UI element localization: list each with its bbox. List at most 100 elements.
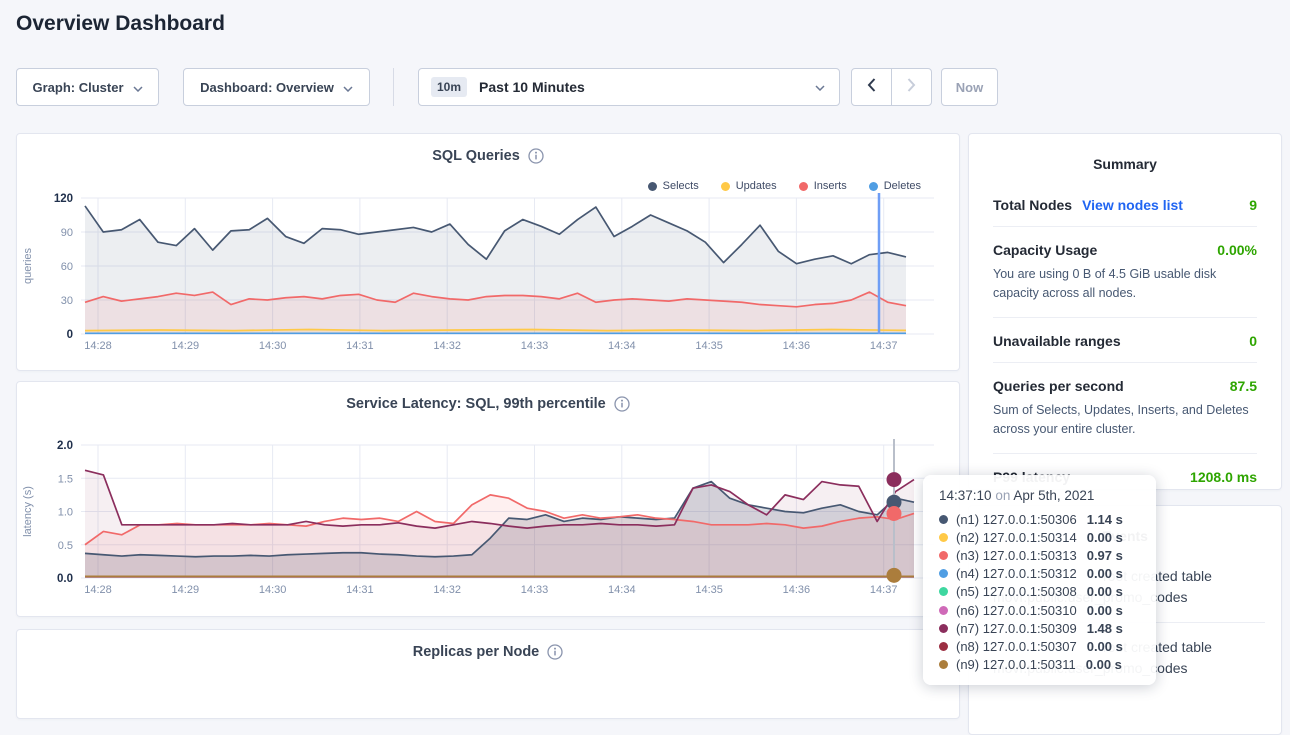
svg-text:14:29: 14:29 bbox=[172, 340, 200, 352]
tooltip-row: (n5) 127.0.0.1:503080.00 s bbox=[939, 583, 1140, 601]
tooltip-row: (n9) 127.0.0.1:503110.00 s bbox=[939, 656, 1140, 674]
svg-text:14:36: 14:36 bbox=[783, 340, 811, 352]
chevron-right-icon bbox=[907, 78, 916, 97]
svg-text:14:28: 14:28 bbox=[84, 340, 112, 352]
summary-panel: Summary Total Nodes View nodes list 9 Ca… bbox=[968, 133, 1282, 490]
now-button[interactable]: Now bbox=[941, 68, 998, 106]
legend-item-selects[interactable]: Selects bbox=[648, 180, 699, 192]
prev-time-button[interactable] bbox=[852, 69, 891, 105]
tooltip-row: (n4) 127.0.0.1:503120.00 s bbox=[939, 565, 1140, 583]
sql-queries-chart[interactable]: 14:28 14:29 14:30 14:31 14:32 14:33 14:34 14:35… bbox=[17, 193, 959, 363]
chart-legend: Selects Updates Inserts Deletes bbox=[648, 180, 921, 192]
chart-title: SQL Queries bbox=[432, 148, 520, 164]
summary-label: Total Nodes bbox=[993, 197, 1072, 213]
next-time-button[interactable] bbox=[891, 69, 931, 105]
chart-title: Replicas per Node bbox=[413, 644, 540, 660]
svg-text:14:32: 14:32 bbox=[433, 584, 461, 596]
updates-dot-icon bbox=[721, 182, 730, 191]
summary-value: 9 bbox=[1249, 197, 1257, 213]
node-color-dot-icon bbox=[939, 569, 948, 578]
node-color-dot-icon bbox=[939, 551, 948, 560]
node-color-dot-icon bbox=[939, 624, 948, 633]
svg-text:2.0: 2.0 bbox=[57, 440, 73, 452]
time-range-badge: 10m bbox=[431, 77, 467, 97]
node-color-dot-icon bbox=[939, 642, 948, 651]
chevron-down-icon bbox=[343, 80, 353, 95]
chart-hover-tooltip: 14:37:10 on Apr 5th, 2021 (n1) 127.0.0.1… bbox=[923, 475, 1156, 685]
chart-title: Service Latency: SQL, 99th percentile bbox=[346, 396, 606, 412]
summary-desc: You are using 0 B of 4.5 GiB usable disk… bbox=[993, 265, 1257, 304]
legend-item-updates[interactable]: Updates bbox=[721, 180, 777, 192]
svg-text:14:34: 14:34 bbox=[608, 340, 636, 352]
sql-queries-card: SQL Queries Selects Updates Inserts Dele… bbox=[16, 133, 960, 371]
summary-label: Queries per second bbox=[993, 378, 1124, 394]
legend-item-deletes[interactable]: Deletes bbox=[869, 180, 921, 192]
replicas-per-node-card: Replicas per Node bbox=[16, 629, 960, 719]
svg-text:14:30: 14:30 bbox=[259, 584, 287, 596]
svg-text:14:30: 14:30 bbox=[259, 340, 287, 352]
tooltip-row: (n1) 127.0.0.1:503061.14 s bbox=[939, 510, 1140, 528]
legend-label: Inserts bbox=[814, 180, 847, 192]
svg-text:queries: queries bbox=[22, 247, 34, 284]
chevron-down-icon bbox=[133, 80, 143, 95]
info-icon[interactable] bbox=[614, 396, 630, 412]
toolbar-divider bbox=[393, 68, 394, 106]
summary-value: 0.00% bbox=[1217, 242, 1257, 258]
tooltip-row: (n8) 127.0.0.1:503070.00 s bbox=[939, 637, 1140, 655]
legend-label: Selects bbox=[663, 180, 699, 192]
svg-text:14:31: 14:31 bbox=[346, 340, 374, 352]
legend-item-inserts[interactable]: Inserts bbox=[799, 180, 847, 192]
svg-text:1.5: 1.5 bbox=[58, 473, 73, 485]
graph-dropdown-label: Graph: Cluster bbox=[32, 80, 123, 95]
info-icon[interactable] bbox=[547, 644, 563, 660]
svg-text:1.0: 1.0 bbox=[58, 507, 73, 519]
tooltip-row: (n6) 127.0.0.1:503100.00 s bbox=[939, 601, 1140, 619]
summary-item-qps: Queries per second 87.5 Sum of Selects, … bbox=[993, 363, 1257, 454]
svg-text:14:32: 14:32 bbox=[433, 340, 461, 352]
svg-text:90: 90 bbox=[61, 227, 73, 239]
svg-text:14:28: 14:28 bbox=[84, 584, 112, 596]
svg-text:14:35: 14:35 bbox=[695, 340, 723, 352]
service-latency-chart[interactable]: 14:28 14:29 14:30 14:31 14:32 14:33 14:34 14:35… bbox=[17, 426, 959, 612]
summary-item-unavailable-ranges: Unavailable ranges 0 bbox=[993, 318, 1257, 363]
svg-text:14:37: 14:37 bbox=[870, 584, 898, 596]
page-title: Overview Dashboard bbox=[16, 12, 225, 36]
dashboard-dropdown[interactable]: Dashboard: Overview bbox=[183, 68, 370, 106]
summary-title: Summary bbox=[969, 134, 1281, 172]
summary-desc: Sum of Selects, Updates, Inserts, and De… bbox=[993, 401, 1257, 440]
node-color-dot-icon bbox=[939, 660, 948, 669]
time-range-label: Past 10 Minutes bbox=[479, 79, 585, 95]
svg-text:14:34: 14:34 bbox=[608, 584, 636, 596]
svg-text:0: 0 bbox=[67, 329, 73, 341]
svg-text:0.5: 0.5 bbox=[58, 540, 73, 552]
svg-text:14:37: 14:37 bbox=[870, 340, 898, 352]
svg-text:14:31: 14:31 bbox=[346, 584, 374, 596]
svg-text:latency (s): latency (s) bbox=[22, 486, 34, 537]
graph-dropdown[interactable]: Graph: Cluster bbox=[16, 68, 159, 106]
svg-text:60: 60 bbox=[61, 261, 73, 273]
deletes-dot-icon bbox=[869, 182, 878, 191]
time-range-selector[interactable]: 10m Past 10 Minutes bbox=[418, 68, 840, 106]
node-color-dot-icon bbox=[939, 533, 948, 542]
node-color-dot-icon bbox=[939, 515, 948, 524]
svg-text:14:33: 14:33 bbox=[521, 584, 549, 596]
summary-value: 0 bbox=[1249, 333, 1257, 349]
svg-text:14:35: 14:35 bbox=[695, 584, 723, 596]
svg-text:0.0: 0.0 bbox=[57, 573, 73, 585]
summary-label: Unavailable ranges bbox=[993, 333, 1121, 349]
tooltip-row: (n3) 127.0.0.1:503130.97 s bbox=[939, 546, 1140, 564]
selects-dot-icon bbox=[648, 182, 657, 191]
summary-item-capacity: Capacity Usage 0.00% You are using 0 B o… bbox=[993, 227, 1257, 318]
chevron-down-icon bbox=[815, 78, 825, 96]
dashboard-dropdown-label: Dashboard: Overview bbox=[200, 80, 334, 95]
inserts-dot-icon bbox=[799, 182, 808, 191]
svg-text:14:29: 14:29 bbox=[172, 584, 200, 596]
tooltip-timestamp: 14:37:10 on Apr 5th, 2021 bbox=[939, 488, 1140, 503]
legend-label: Updates bbox=[736, 180, 777, 192]
info-icon[interactable] bbox=[528, 148, 544, 164]
view-nodes-link[interactable]: View nodes list bbox=[1082, 197, 1183, 213]
svg-text:120: 120 bbox=[54, 193, 73, 205]
node-color-dot-icon bbox=[939, 606, 948, 615]
service-latency-card: Service Latency: SQL, 99th percentile 14… bbox=[16, 381, 960, 617]
svg-text:14:33: 14:33 bbox=[521, 340, 549, 352]
